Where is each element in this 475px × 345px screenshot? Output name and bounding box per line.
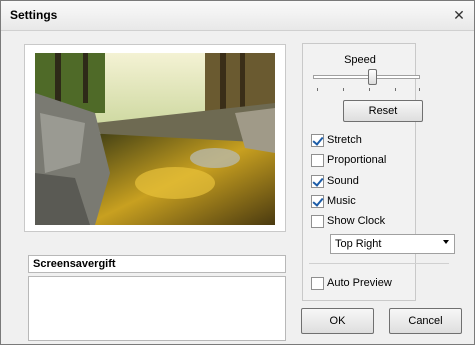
- slider-tick: [419, 88, 420, 91]
- options-panel: Speed Reset Stretch Proportional Sound M…: [302, 43, 455, 301]
- clock-position-value: Top Right: [335, 238, 382, 250]
- ok-button[interactable]: OK: [301, 308, 374, 334]
- stretch-option[interactable]: Stretch: [311, 133, 362, 147]
- music-option[interactable]: Music: [311, 194, 356, 208]
- slider-tick: [317, 88, 318, 91]
- chevron-down-icon[interactable]: [443, 240, 449, 244]
- speed-slider-track[interactable]: [313, 75, 420, 79]
- sound-checkbox[interactable]: [311, 174, 324, 188]
- auto-preview-checkbox[interactable]: [311, 276, 324, 290]
- show-clock-option[interactable]: Show Clock: [311, 214, 385, 228]
- slider-tick: [343, 88, 344, 91]
- proportional-label: Proportional: [327, 154, 387, 166]
- stretch-checkbox[interactable]: [311, 133, 324, 147]
- screensaver-name-field[interactable]: Screensavergift: [28, 255, 286, 273]
- slider-tick: [369, 88, 370, 91]
- show-clock-checkbox[interactable]: [311, 214, 324, 228]
- show-clock-label: Show Clock: [327, 215, 386, 227]
- window-title: Settings: [10, 8, 58, 22]
- title-bar: Settings ✕: [1, 1, 474, 31]
- speed-slider-thumb[interactable]: [368, 69, 377, 85]
- music-checkbox[interactable]: [311, 194, 324, 208]
- reset-button[interactable]: Reset: [343, 100, 423, 122]
- proportional-option[interactable]: Proportional: [311, 153, 386, 167]
- music-label: Music: [327, 195, 356, 207]
- sound-option[interactable]: Sound: [311, 174, 359, 188]
- close-icon[interactable]: ✕: [450, 7, 468, 23]
- preview-panel: Screensavergift: [14, 44, 286, 341]
- preview-image: [35, 53, 275, 225]
- proportional-checkbox[interactable]: [311, 153, 324, 167]
- options-separator: [309, 263, 449, 264]
- dialog-body: Screensavergift Speed Reset Stretch Prop…: [9, 36, 466, 341]
- sound-label: Sound: [327, 175, 359, 187]
- speed-label: Speed: [344, 54, 376, 66]
- auto-preview-label: Auto Preview: [327, 277, 392, 289]
- settings-window: Settings ✕ Screensavergift Speed Reset S…: [0, 0, 475, 345]
- auto-preview-option[interactable]: Auto Preview: [311, 276, 392, 290]
- slider-tick: [395, 88, 396, 91]
- preview-frame: [24, 44, 286, 232]
- description-field[interactable]: [28, 276, 286, 341]
- clock-position-select[interactable]: Top Right: [330, 234, 455, 254]
- cancel-button[interactable]: Cancel: [389, 308, 462, 334]
- stretch-label: Stretch: [327, 134, 362, 146]
